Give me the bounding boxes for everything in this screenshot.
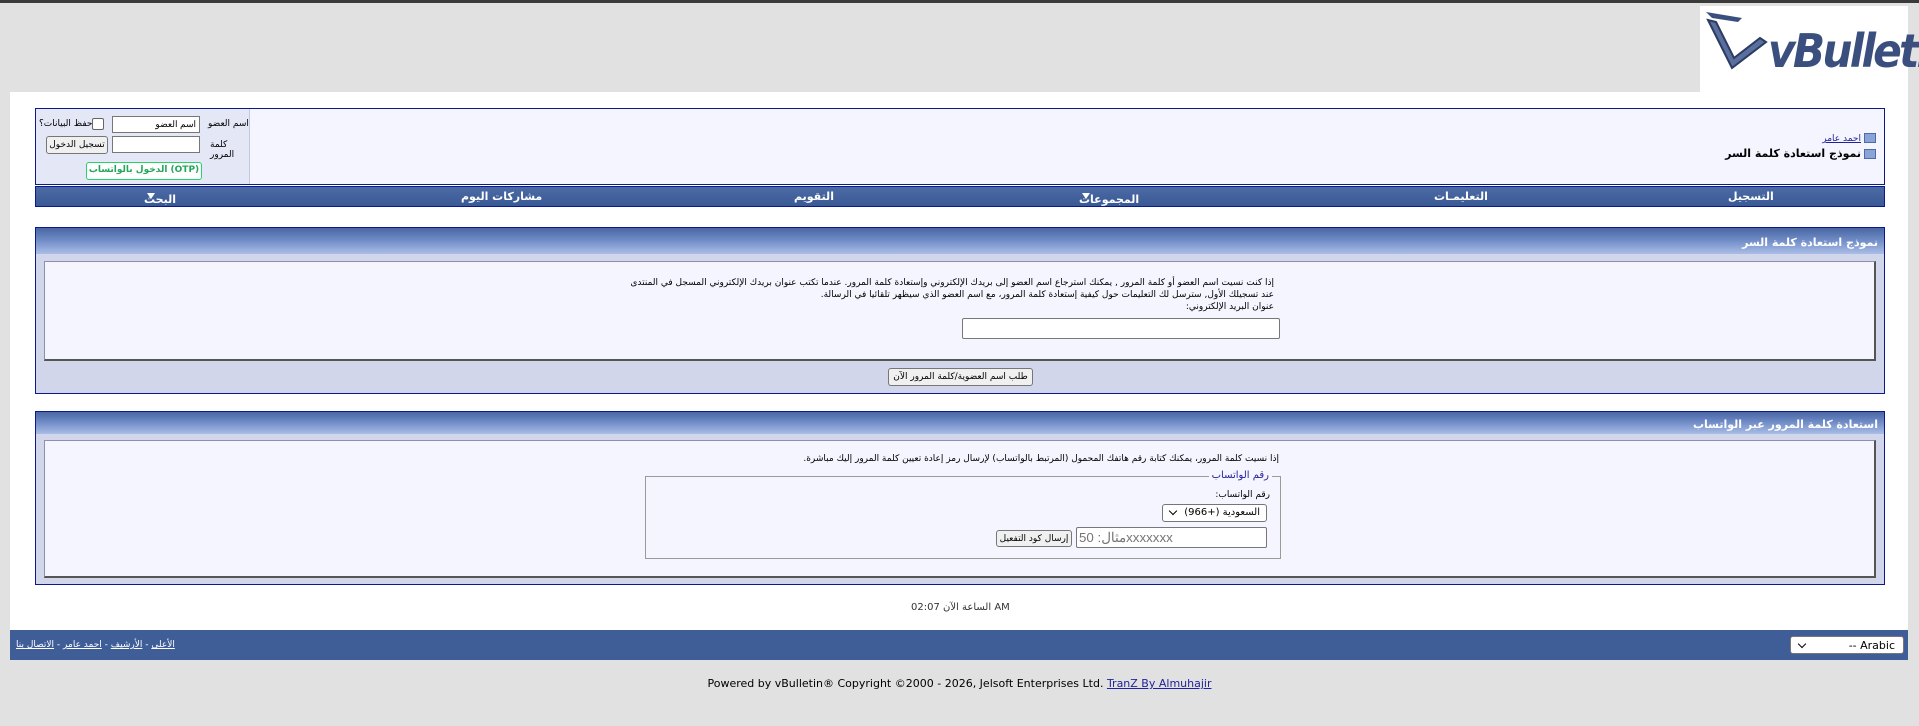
- folder-icon: [1864, 149, 1876, 159]
- whatsapp-text: إذا نسيت كلمة المرور، يمكنك كتابة رقم ها…: [803, 454, 1279, 464]
- phone-input[interactable]: [1076, 527, 1267, 548]
- username-input[interactable]: [112, 116, 200, 133]
- remember-label: حفظ البيانات؟: [39, 119, 93, 129]
- header-bar: اسم العضو حفظ البيانات؟ كلمة المرور تسجي…: [35, 108, 1885, 185]
- chevron-down-icon: [1168, 506, 1178, 516]
- email-input[interactable]: [962, 318, 1280, 339]
- nav-register[interactable]: التسجيل: [1728, 190, 1774, 203]
- email-label: عنوان البريد الإلكتروني:: [1185, 302, 1274, 312]
- password-recovery-panel: نموذج استعادة كلمة السر إذا كنت نسيت اسم…: [35, 227, 1885, 394]
- whatsapp-number-label: رقم الواتساب:: [1215, 490, 1270, 500]
- footer-link-home[interactable]: احمد عامر: [63, 640, 102, 650]
- breadcrumb-home-link[interactable]: احمد عامر: [1822, 134, 1861, 144]
- username-label: اسم العضو: [208, 119, 249, 129]
- whatsapp-otp-login-button[interactable]: الدخول بالواتساب (OTP): [86, 162, 202, 180]
- forum-icon: [1864, 133, 1876, 143]
- panel-title: استعادة كلمة المرور عبر الواتساب: [36, 412, 1884, 434]
- footer-link-top[interactable]: الأعلى: [151, 640, 174, 650]
- recovery-text-line2: عند تسجيلك الأول, سترسل لك التعليمات حول…: [820, 290, 1274, 300]
- vbulletin-logo[interactable]: vBulletin: [1700, 6, 1919, 92]
- whatsapp-fieldset: رقم الواتساب رقم الواتساب: السعودية (+96…: [645, 470, 1281, 559]
- nav-calendar[interactable]: التقويم: [794, 190, 834, 203]
- footer-link-contact[interactable]: الاتصال بنا: [16, 640, 54, 650]
- password-input[interactable]: [112, 136, 200, 153]
- whatsapp-recovery-panel: استعادة كلمة المرور عبر الواتساب إذا نسي…: [35, 411, 1885, 585]
- breadcrumb: احمد عامر نموذج استعادة كلمة السر: [1725, 133, 1876, 160]
- country-code-select[interactable]: السعودية (+966): [1162, 504, 1267, 522]
- chevron-down-icon: [1797, 639, 1807, 649]
- main-navbar: التسجيل التعليمـات المجموعات التقويم مشا…: [35, 186, 1885, 207]
- request-password-button[interactable]: طلب اسم العضوية/كلمة المرور الآن: [888, 368, 1033, 386]
- recovery-text-line1: إذا كنت نسيت اسم العضو أو كلمة المرور , …: [630, 278, 1274, 288]
- copyright-text: Powered by vBulletin® Copyright ©2000 - …: [707, 677, 1104, 690]
- powered-by: Powered by vBulletin® Copyright ©2000 - …: [0, 677, 1919, 690]
- password-label: كلمة المرور: [210, 140, 235, 160]
- current-time: الساعة الآن 02:07 AM: [911, 602, 1010, 613]
- panel-title: نموذج استعادة كلمة السر: [36, 228, 1884, 254]
- page-title: نموذج استعادة كلمة السر: [1725, 147, 1861, 160]
- logo-text: vBulletin: [1768, 24, 1919, 78]
- fieldset-legend: رقم الواتساب: [1208, 470, 1272, 481]
- login-button[interactable]: تسجيل الدخول: [46, 136, 108, 154]
- footer-bar: الأعلى - الأرشيف - احمد عامر - الاتصال ب…: [10, 630, 1908, 660]
- login-box: اسم العضو حفظ البيانات؟ كلمة المرور تسجي…: [36, 109, 250, 184]
- send-code-button[interactable]: إرسال كود التفعيل: [996, 530, 1072, 547]
- language-select[interactable]: -- Arabic: [1790, 636, 1904, 654]
- nav-help[interactable]: التعليمـات: [1434, 190, 1488, 203]
- top-border: [0, 0, 1919, 3]
- panel-body: إذا نسيت كلمة المرور، يمكنك كتابة رقم ها…: [44, 440, 1876, 578]
- footer-links: الأعلى - الأرشيف - احمد عامر - الاتصال ب…: [16, 640, 175, 650]
- logo-mark-icon: [1706, 12, 1768, 70]
- tranz-link[interactable]: TranZ By Almuhajir: [1107, 677, 1212, 690]
- panel-body: إذا كنت نسيت اسم العضو أو كلمة المرور , …: [44, 261, 1876, 361]
- footer-link-archive[interactable]: الأرشيف: [111, 640, 143, 650]
- remember-checkbox[interactable]: [92, 118, 104, 130]
- nav-today-posts[interactable]: مشاركات اليوم: [461, 190, 542, 203]
